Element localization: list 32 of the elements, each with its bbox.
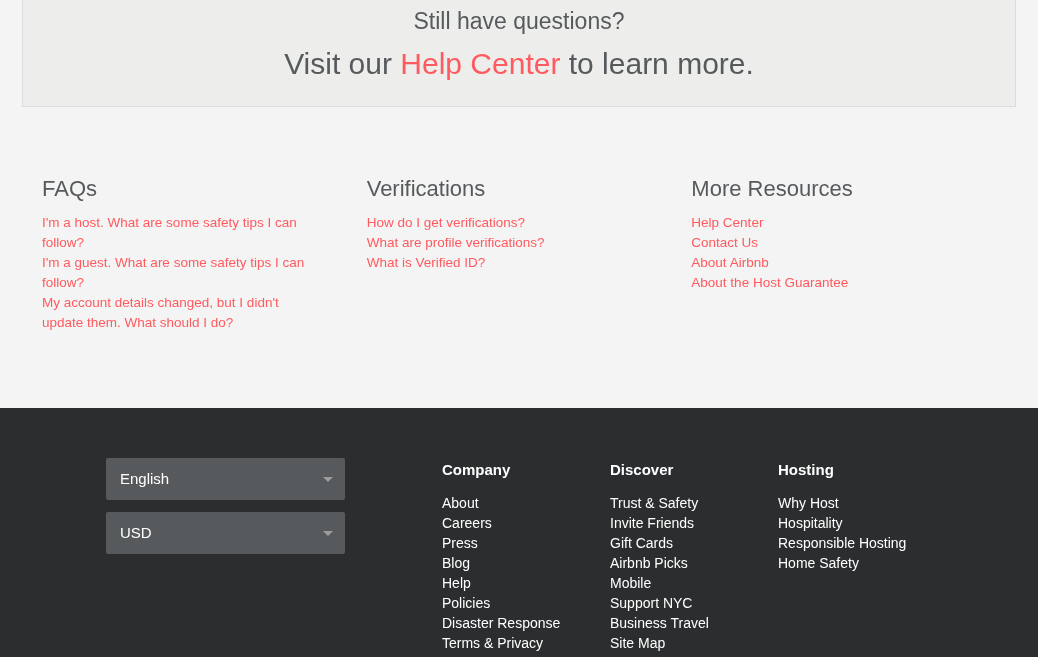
footer-heading: Hosting xyxy=(778,461,834,479)
footer-link[interactable]: About xyxy=(442,493,479,513)
footer-link[interactable]: Help xyxy=(442,573,471,593)
banner-question: Still have questions? xyxy=(413,7,625,36)
footer-link[interactable]: Gift Cards xyxy=(610,533,673,553)
section-heading: FAQs xyxy=(42,175,97,203)
banner-sentence: Visit our Help Center to learn more. xyxy=(284,46,754,82)
caret-icon xyxy=(323,530,333,536)
footer-link[interactable]: Press xyxy=(442,533,478,553)
footer-link[interactable]: Invite Friends xyxy=(610,513,695,533)
section-heading: More Resources xyxy=(691,175,853,203)
footer-link[interactable]: Home Safety xyxy=(778,553,859,573)
footer-link[interactable]: Responsible Hosting xyxy=(778,533,907,553)
footer-link[interactable]: Business Travel xyxy=(610,613,709,633)
footer-link[interactable]: Airbnb Picks xyxy=(610,553,688,573)
dropdown-select[interactable]: USD xyxy=(106,512,345,554)
section-heading: Verifications xyxy=(366,175,486,203)
footer-link[interactable]: Terms & Privacy xyxy=(442,633,544,653)
footer-link[interactable]: Blog xyxy=(442,553,471,573)
footer-link[interactable]: Careers xyxy=(442,513,492,533)
footer-link[interactable]: Policies xyxy=(442,593,491,613)
footer-link[interactable]: Site Map xyxy=(610,633,666,653)
footer-heading: Company xyxy=(442,461,511,479)
footer-link[interactable]: Mobile xyxy=(610,573,652,593)
footer-link[interactable]: Why Host xyxy=(778,493,839,513)
caret-icon xyxy=(323,476,333,482)
dropdown-select[interactable]: English xyxy=(106,458,345,500)
footer-link[interactable]: Trust & Safety xyxy=(610,493,699,513)
footer-link[interactable]: Support NYC xyxy=(610,593,693,613)
footer-heading: Discover xyxy=(610,461,674,479)
footer-link[interactable]: Disaster Response xyxy=(442,613,561,633)
footer-link[interactable]: Hospitality xyxy=(778,513,843,533)
